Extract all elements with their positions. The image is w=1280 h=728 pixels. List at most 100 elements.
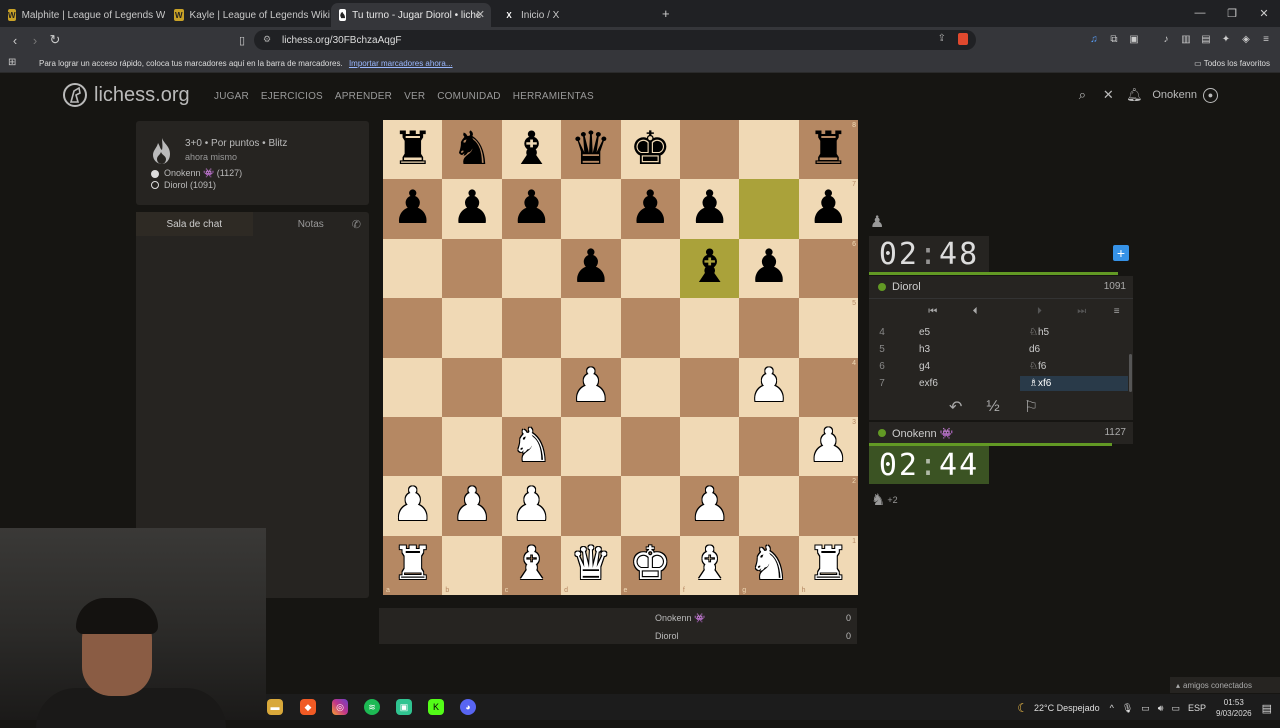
square-d6[interactable]: ♟ [561,238,621,299]
square-e1[interactable]: ♚ e [620,535,680,595]
username-link[interactable]: Onokenn [1152,89,1197,101]
black-pawn-icon[interactable]: ♟ [808,184,849,230]
tab-chat[interactable]: Sala de chat [136,212,253,236]
square-e7[interactable]: ♟ [620,179,680,239]
close-tab-icon[interactable]: ✕ [476,8,485,21]
square-a5[interactable] [383,298,443,358]
square-h5[interactable]: 5 [798,298,858,358]
import-bookmarks-link[interactable]: Importar marcadores ahora... [349,59,453,68]
square-h2[interactable]: 2 [798,476,858,536]
black-player-row[interactable]: Diorol (1091) [151,180,216,190]
black-pawn-icon[interactable]: ♟ [748,243,789,289]
square-b5[interactable] [442,298,502,358]
wallet-icon[interactable]: ▤ [1200,33,1212,45]
new-tab-icon[interactable]: + [662,6,670,21]
weather-widget[interactable]: ☾ 22°C Despejado [1017,701,1099,715]
square-h8[interactable]: ♜ 8 [798,120,858,180]
challenges-icon[interactable]: ✕ [1100,87,1116,103]
black-rook-icon[interactable]: ♜ [392,125,433,171]
extensions-icon[interactable]: ⧉ [1108,33,1120,45]
square-f7[interactable]: ♟ [679,179,740,239]
nav-ver[interactable]: VER [404,91,425,102]
square-a1[interactable]: ♜ a [383,535,443,595]
square-e2[interactable] [620,476,680,536]
white-queen-icon[interactable]: ♛ [570,540,611,586]
square-g1[interactable]: ♞ g [739,535,799,595]
vpn-icon[interactable]: ◈ [1240,33,1252,45]
nav-jugar[interactable]: JUGAR [214,91,249,102]
black-pawn-icon[interactable]: ♟ [511,184,552,230]
square-f8[interactable] [679,120,740,180]
voice-chat-icon[interactable]: ✆ [352,218,361,231]
square-g7[interactable] [739,179,799,239]
square-h7[interactable]: ♟ 7 [798,179,858,239]
black-king-icon[interactable]: ♚ [630,125,671,171]
white-pawn-icon[interactable]: ♟ [570,362,611,408]
last-move-icon[interactable]: ⏭ [1071,306,1092,317]
media-icon[interactable]: ♪ [1160,33,1172,45]
square-c8[interactable]: ♝ [501,120,562,180]
black-pawn-icon[interactable]: ♟ [392,184,433,230]
white-player-row[interactable]: Onokenn 👾 (1127) [151,168,242,179]
square-f6[interactable]: ♝ [679,238,740,299]
square-b2[interactable]: ♟ [442,476,502,536]
screenshot-icon[interactable]: ▣ [1128,33,1140,45]
white-bishop-icon[interactable]: ♝ [689,540,730,586]
first-move-icon[interactable]: ⏮ [901,306,964,317]
language-indicator[interactable]: ESP [1188,703,1206,713]
white-king-icon[interactable]: ♚ [630,540,671,586]
offer-draw-icon[interactable]: ½ [986,398,999,416]
square-b7[interactable]: ♟ [442,179,502,239]
square-g4[interactable]: ♟ [739,357,799,417]
square-g5[interactable] [739,298,799,358]
square-c6[interactable] [501,238,562,299]
square-e3[interactable] [620,416,680,477]
chess-board[interactable]: ♜ ♞ ♝ ♛ ♚ ♜ 8 ♟ ♟ ♟ ♟ ♟ ♟ 7 ♟ ♝ ♟ 6 5 ♟ ♟ 4 ♞ ♟ 3 ♟ ♟ ♟ ♟ 2 ♜ a b ♝ c ♛ d ♚ e ♝… [383,120,858,595]
discord-icon[interactable]: ◕ [460,699,476,715]
square-a8[interactable]: ♜ [383,120,443,180]
square-d5[interactable] [561,298,621,358]
sidebar-icon[interactable]: ▥ [1180,33,1192,45]
white-move[interactable]: exf6 [919,378,938,389]
black-move[interactable]: d6 [1029,344,1040,355]
file-explorer-icon[interactable]: ▬ [267,699,283,715]
square-d4[interactable]: ♟ [561,357,621,417]
nav-aprender[interactable]: APRENDER [335,91,392,102]
black-move[interactable]: ♘f6 [1029,361,1046,372]
tab-lichess[interactable]: ♞ Tu turno - Jugar Diorol • liche ✕ [331,3,491,27]
square-h4[interactable]: 4 [798,357,858,417]
notifications-center-icon[interactable]: ▤ [1262,702,1272,715]
white-move[interactable]: e5 [919,327,930,338]
square-h3[interactable]: ♟ 3 [798,416,858,477]
square-h6[interactable]: 6 [798,238,858,299]
black-pawn-icon[interactable]: ♟ [630,184,671,230]
move-list-menu-icon[interactable]: ≡ [1100,306,1133,317]
add-time-icon[interactable]: + [1113,245,1129,261]
next-move-icon[interactable]: ⏵ [1008,306,1071,317]
square-f1[interactable]: ♝ f [679,535,740,595]
menu-icon[interactable]: ≡ [1260,33,1272,45]
nav-comunidad[interactable]: COMUNIDAD [437,91,500,102]
black-bishop-icon[interactable]: ♝ [511,125,552,171]
close-window-icon[interactable]: ✕ [1248,0,1280,26]
site-logo[interactable]: lichess.org [62,82,190,108]
tab-kayle[interactable]: W Kayle | League of Legends Wiki [166,3,330,27]
system-clock[interactable]: 01:53 9/03/2026 [1216,697,1252,719]
tab-x[interactable]: X Inicio / X [495,3,655,27]
nav-herramientas[interactable]: HERRAMIENTAS [513,91,594,102]
opponent-row[interactable]: Diorol 1091 [869,276,1133,298]
black-pawn-icon[interactable]: ♟ [451,184,492,230]
square-e6[interactable] [620,238,680,299]
volume-icon[interactable]: 🔊︎ [1158,703,1164,714]
square-f3[interactable] [679,416,740,477]
white-move[interactable]: g4 [919,361,930,372]
user-avatar-icon[interactable]: ● [1203,87,1218,103]
square-d8[interactable]: ♛ [561,120,621,180]
black-queen-icon[interactable]: ♛ [570,125,611,171]
white-move[interactable]: h3 [919,344,930,355]
minimize-icon[interactable]: — [1184,0,1216,26]
square-c3[interactable]: ♞ [501,416,562,477]
reload-icon[interactable]: ↻ [46,31,64,49]
white-bishop-icon[interactable]: ♝ [511,540,552,586]
site-info-icon[interactable]: ⚙ [263,34,271,45]
